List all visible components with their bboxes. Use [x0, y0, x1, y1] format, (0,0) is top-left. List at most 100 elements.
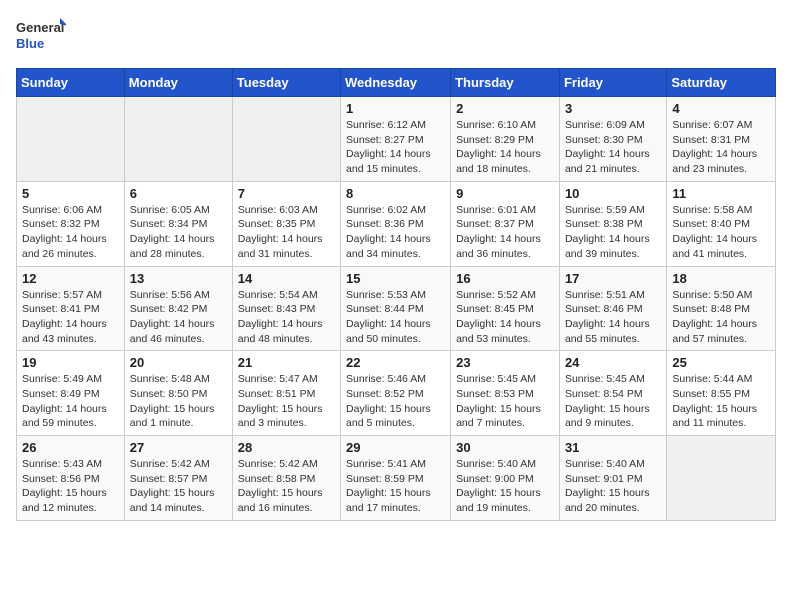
calendar-table: SundayMondayTuesdayWednesdayThursdayFrid…	[16, 68, 776, 521]
cell-info-text: Sunrise: 5:42 AM Sunset: 8:58 PM Dayligh…	[238, 457, 335, 516]
calendar-cell: 20 Sunrise: 5:48 AM Sunset: 8:50 PM Dayli…	[124, 351, 232, 436]
cell-day-number: 29	[346, 440, 445, 455]
calendar-cell: 10 Sunrise: 5:59 AM Sunset: 8:38 PM Dayli…	[559, 181, 666, 266]
cell-day-number: 4	[672, 101, 770, 116]
cell-day-number: 18	[672, 271, 770, 286]
cell-info-text: Sunrise: 6:01 AM Sunset: 8:37 PM Dayligh…	[456, 203, 554, 262]
calendar-week-row: 26 Sunrise: 5:43 AM Sunset: 8:56 PM Dayli…	[17, 436, 776, 521]
cell-day-number: 28	[238, 440, 335, 455]
cell-info-text: Sunrise: 5:40 AM Sunset: 9:01 PM Dayligh…	[565, 457, 661, 516]
calendar-cell: 22Sunrise: 5:46 AM Sunset: 8:52 PM Dayli…	[341, 351, 451, 436]
cell-info-text: Sunrise: 5:43 AM Sunset: 8:56 PM Dayligh…	[22, 457, 119, 516]
cell-info-text: Sunrise: 5:40 AM Sunset: 9:00 PM Dayligh…	[456, 457, 554, 516]
calendar-cell: 4 Sunrise: 6:07 AM Sunset: 8:31 PM Daylig…	[667, 97, 776, 182]
calendar-cell	[232, 97, 340, 182]
cell-info-text: Sunrise: 6:09 AM Sunset: 8:30 PM Dayligh…	[565, 118, 661, 177]
cell-day-number: 25	[672, 355, 770, 370]
cell-info-text: Sunrise: 6:10 AM Sunset: 8:29 PM Dayligh…	[456, 118, 554, 177]
calendar-cell: 28 Sunrise: 5:42 AM Sunset: 8:58 PM Dayli…	[232, 436, 340, 521]
calendar-cell: 27Sunrise: 5:42 AM Sunset: 8:57 PM Dayli…	[124, 436, 232, 521]
calendar-cell: 18 Sunrise: 5:50 AM Sunset: 8:48 PM Dayli…	[667, 266, 776, 351]
calendar-cell: 16 Sunrise: 5:52 AM Sunset: 8:45 PM Dayli…	[451, 266, 560, 351]
calendar-cell: 21Sunrise: 5:47 AM Sunset: 8:51 PM Dayli…	[232, 351, 340, 436]
cell-day-number: 31	[565, 440, 661, 455]
cell-day-number: 2	[456, 101, 554, 116]
cell-day-number: 30	[456, 440, 554, 455]
calendar-cell: 9 Sunrise: 6:01 AM Sunset: 8:37 PM Daylig…	[451, 181, 560, 266]
cell-info-text: Sunrise: 5:58 AM Sunset: 8:40 PM Dayligh…	[672, 203, 770, 262]
cell-day-number: 24	[565, 355, 661, 370]
cell-info-text: Sunrise: 6:03 AM Sunset: 8:35 PM Dayligh…	[238, 203, 335, 262]
calendar-day-header: Sunday	[17, 69, 125, 97]
cell-day-number: 10	[565, 186, 661, 201]
cell-day-number: 23	[456, 355, 554, 370]
calendar-cell: 7 Sunrise: 6:03 AM Sunset: 8:35 PM Daylig…	[232, 181, 340, 266]
calendar-cell: 11Sunrise: 5:58 AM Sunset: 8:40 PM Dayli…	[667, 181, 776, 266]
cell-day-number: 26	[22, 440, 119, 455]
cell-info-text: Sunrise: 6:06 AM Sunset: 8:32 PM Dayligh…	[22, 203, 119, 262]
cell-info-text: Sunrise: 6:05 AM Sunset: 8:34 PM Dayligh…	[130, 203, 227, 262]
calendar-cell: 25 Sunrise: 5:44 AM Sunset: 8:55 PM Dayli…	[667, 351, 776, 436]
calendar-cell: 13 Sunrise: 5:56 AM Sunset: 8:42 PM Dayli…	[124, 266, 232, 351]
calendar-cell: 12Sunrise: 5:57 AM Sunset: 8:41 PM Dayli…	[17, 266, 125, 351]
cell-day-number: 9	[456, 186, 554, 201]
calendar-cell: 15 Sunrise: 5:53 AM Sunset: 8:44 PM Dayli…	[341, 266, 451, 351]
svg-text:Blue: Blue	[16, 36, 44, 51]
cell-day-number: 20	[130, 355, 227, 370]
cell-day-number: 27	[130, 440, 227, 455]
cell-info-text: Sunrise: 5:47 AM Sunset: 8:51 PM Dayligh…	[238, 372, 335, 431]
calendar-header-row: SundayMondayTuesdayWednesdayThursdayFrid…	[17, 69, 776, 97]
calendar-cell: 14Sunrise: 5:54 AM Sunset: 8:43 PM Dayli…	[232, 266, 340, 351]
cell-day-number: 16	[456, 271, 554, 286]
calendar-cell	[667, 436, 776, 521]
logo: General Blue	[16, 16, 66, 56]
calendar-cell: 19Sunrise: 5:49 AM Sunset: 8:49 PM Dayli…	[17, 351, 125, 436]
calendar-cell: 8 Sunrise: 6:02 AM Sunset: 8:36 PM Daylig…	[341, 181, 451, 266]
cell-info-text: Sunrise: 5:52 AM Sunset: 8:45 PM Dayligh…	[456, 288, 554, 347]
calendar-cell: 1 Sunrise: 6:12 AM Sunset: 8:27 PM Daylig…	[341, 97, 451, 182]
logo-svg: General Blue	[16, 16, 66, 56]
cell-day-number: 7	[238, 186, 335, 201]
svg-text:General: General	[16, 20, 64, 35]
calendar-day-header: Wednesday	[341, 69, 451, 97]
calendar-cell: 31 Sunrise: 5:40 AM Sunset: 9:01 PM Dayli…	[559, 436, 666, 521]
cell-day-number: 14	[238, 271, 335, 286]
calendar-cell: 3 Sunrise: 6:09 AM Sunset: 8:30 PM Daylig…	[559, 97, 666, 182]
calendar-cell: 29 Sunrise: 5:41 AM Sunset: 8:59 PM Dayli…	[341, 436, 451, 521]
calendar-cell: 24 Sunrise: 5:45 AM Sunset: 8:54 PM Dayli…	[559, 351, 666, 436]
calendar-day-header: Friday	[559, 69, 666, 97]
calendar-cell: 2 Sunrise: 6:10 AM Sunset: 8:29 PM Daylig…	[451, 97, 560, 182]
cell-day-number: 17	[565, 271, 661, 286]
cell-info-text: Sunrise: 6:02 AM Sunset: 8:36 PM Dayligh…	[346, 203, 445, 262]
cell-day-number: 15	[346, 271, 445, 286]
cell-info-text: Sunrise: 6:07 AM Sunset: 8:31 PM Dayligh…	[672, 118, 770, 177]
cell-info-text: Sunrise: 5:56 AM Sunset: 8:42 PM Dayligh…	[130, 288, 227, 347]
cell-day-number: 3	[565, 101, 661, 116]
calendar-cell: 6Sunrise: 6:05 AM Sunset: 8:34 PM Daylig…	[124, 181, 232, 266]
cell-info-text: Sunrise: 5:51 AM Sunset: 8:46 PM Dayligh…	[565, 288, 661, 347]
cell-info-text: Sunrise: 5:44 AM Sunset: 8:55 PM Dayligh…	[672, 372, 770, 431]
cell-info-text: Sunrise: 5:41 AM Sunset: 8:59 PM Dayligh…	[346, 457, 445, 516]
cell-info-text: Sunrise: 5:48 AM Sunset: 8:50 PM Dayligh…	[130, 372, 227, 431]
calendar-day-header: Monday	[124, 69, 232, 97]
calendar-cell: 30 Sunrise: 5:40 AM Sunset: 9:00 PM Dayli…	[451, 436, 560, 521]
cell-info-text: Sunrise: 5:57 AM Sunset: 8:41 PM Dayligh…	[22, 288, 119, 347]
calendar-cell: 23 Sunrise: 5:45 AM Sunset: 8:53 PM Dayli…	[451, 351, 560, 436]
cell-info-text: Sunrise: 5:45 AM Sunset: 8:53 PM Dayligh…	[456, 372, 554, 431]
cell-day-number: 13	[130, 271, 227, 286]
cell-day-number: 5	[22, 186, 119, 201]
cell-day-number: 1	[346, 101, 445, 116]
calendar-cell: 5 Sunrise: 6:06 AM Sunset: 8:32 PM Daylig…	[17, 181, 125, 266]
calendar-cell	[17, 97, 125, 182]
cell-info-text: Sunrise: 5:50 AM Sunset: 8:48 PM Dayligh…	[672, 288, 770, 347]
cell-day-number: 22	[346, 355, 445, 370]
calendar-cell	[124, 97, 232, 182]
cell-info-text: Sunrise: 6:12 AM Sunset: 8:27 PM Dayligh…	[346, 118, 445, 177]
calendar-week-row: 5 Sunrise: 6:06 AM Sunset: 8:32 PM Daylig…	[17, 181, 776, 266]
cell-info-text: Sunrise: 5:45 AM Sunset: 8:54 PM Dayligh…	[565, 372, 661, 431]
cell-info-text: Sunrise: 5:59 AM Sunset: 8:38 PM Dayligh…	[565, 203, 661, 262]
cell-day-number: 8	[346, 186, 445, 201]
calendar-day-header: Thursday	[451, 69, 560, 97]
cell-info-text: Sunrise: 5:49 AM Sunset: 8:49 PM Dayligh…	[22, 372, 119, 431]
cell-info-text: Sunrise: 5:53 AM Sunset: 8:44 PM Dayligh…	[346, 288, 445, 347]
